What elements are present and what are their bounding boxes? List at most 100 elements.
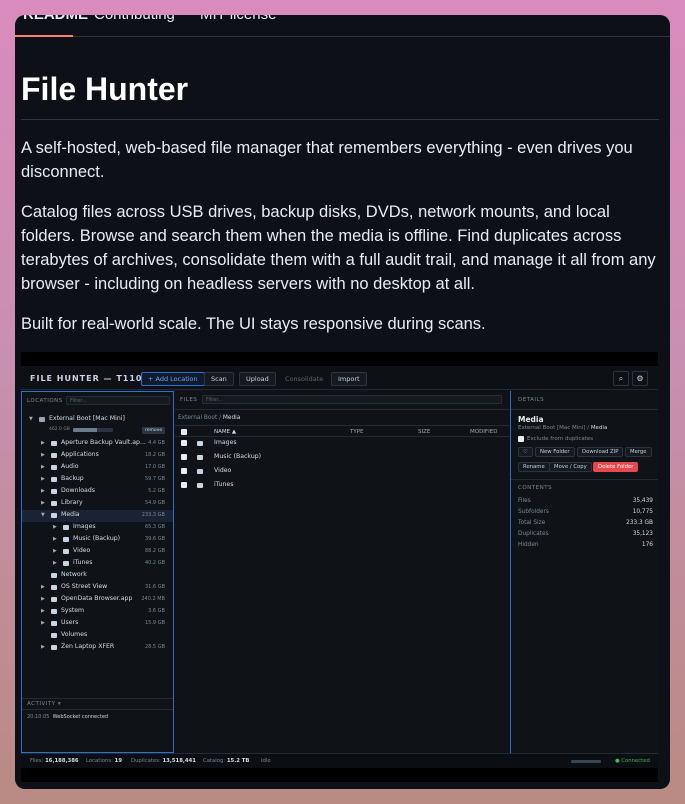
location-label: Images [73, 523, 96, 530]
location-item[interactable]: ▶ Downloads 5.2 GB [22, 486, 173, 498]
folder-icon [51, 453, 57, 458]
files-table-header: NAME ▲ TYPE SIZE MODIFIED [175, 425, 509, 437]
location-item[interactable]: ▼ Media 233.3 GB [22, 510, 173, 522]
delete-folder-button[interactable]: Delete Folder [593, 462, 639, 472]
rename-button[interactable]: Rename [518, 462, 550, 472]
location-item[interactable]: ▶ System 3.6 GB [22, 606, 173, 618]
column-modified[interactable]: MODIFIED [470, 429, 497, 435]
locations-header: LOCATIONS [27, 398, 63, 404]
chevron-right-icon[interactable]: ▶ [41, 644, 45, 650]
folder-icon [51, 441, 57, 446]
activity-entry: 20:10:05 WebSocket connected [27, 714, 108, 720]
status-catalog: Catalog: 15.2 TB [203, 758, 250, 764]
tab-readme[interactable]: README [23, 15, 88, 23]
location-root-label: External Boot [Mac Mini] [49, 415, 125, 422]
chevron-right-icon[interactable]: ▶ [53, 560, 57, 566]
tab-license[interactable]: MIT license [200, 15, 276, 23]
folder-icon [51, 513, 57, 518]
row-checkbox[interactable] [181, 440, 187, 446]
location-size: 17.0 GB [144, 464, 165, 470]
stat-row: Subfolders 10,775 [518, 509, 653, 520]
download-zip-button[interactable]: Download ZIP [577, 447, 624, 457]
column-type[interactable]: TYPE [350, 429, 364, 435]
gear-icon[interactable]: ⚙ [632, 371, 648, 386]
location-item[interactable]: ▶ Audio 17.0 GB [22, 462, 173, 474]
location-root[interactable]: ▼ External Boot [Mac Mini] [22, 414, 173, 426]
activity-header[interactable]: ACTIVITY ▾ [27, 701, 61, 707]
location-size: 59.7 GB [144, 476, 165, 482]
location-item[interactable]: ▶ Zen Laptop XFER 28.5 GB [22, 642, 173, 654]
folder-icon [63, 525, 69, 530]
location-item[interactable]: ▶ Applications 18.2 GB [22, 450, 173, 462]
import-button[interactable]: Import [331, 372, 367, 386]
table-row[interactable]: iTunes [175, 479, 509, 492]
folder-icon [51, 465, 57, 470]
location-item[interactable]: ▶ iTunes 40.2 GB [22, 558, 173, 570]
location-item[interactable]: ▶ OpenData Browser.app 240.2 MB [22, 594, 173, 606]
location-size: 88.2 GB [144, 548, 165, 554]
row-checkbox[interactable] [181, 454, 187, 460]
location-item[interactable]: ▶ Library 54.9 GB [22, 498, 173, 510]
chevron-right-icon[interactable]: ▶ [41, 488, 45, 494]
chevron-down-icon[interactable]: ▼ [41, 512, 45, 518]
location-item[interactable]: Volumes [22, 630, 173, 642]
column-size[interactable]: SIZE [418, 429, 430, 435]
location-item[interactable]: ▶ Images 65.3 GB [22, 522, 173, 534]
consolidate-button[interactable]: Consolidate [278, 372, 330, 386]
chevron-right-icon[interactable]: ▶ [41, 500, 45, 506]
chevron-down-icon[interactable]: ▼ [29, 416, 33, 422]
move-copy-button[interactable]: Move / Copy [549, 462, 592, 472]
readme-card: README Contributing MIT license File Hun… [15, 15, 670, 789]
chevron-right-icon[interactable]: ▶ [41, 608, 45, 614]
new-folder-button[interactable]: New Folder [535, 447, 575, 457]
stat-label: Files [518, 498, 531, 504]
chevron-right-icon[interactable]: ▶ [41, 440, 45, 446]
remove-badge[interactable]: remove [142, 427, 166, 434]
details-path: External Boot [Mac Mini] / Media [518, 425, 607, 431]
drive-icon [39, 417, 45, 422]
table-row[interactable]: Video [175, 465, 509, 478]
location-item[interactable]: ▶ Music (Backup) 39.6 GB [22, 534, 173, 546]
add-location-button[interactable]: + Add Location [141, 372, 205, 386]
breadcrumb-root[interactable]: External Boot [178, 415, 217, 421]
chevron-right-icon[interactable]: ▶ [41, 620, 45, 626]
upload-button[interactable]: Upload [239, 372, 276, 386]
files-filter-input[interactable]: Filter... [202, 395, 502, 404]
chevron-right-icon[interactable]: ▶ [41, 464, 45, 470]
breadcrumb: External Boot / Media [178, 415, 240, 421]
table-row[interactable]: Images [175, 437, 509, 450]
location-size: 18.2 GB [144, 452, 165, 458]
favorite-button[interactable]: ♡ [518, 447, 533, 457]
scan-button[interactable]: Scan [204, 372, 234, 386]
location-item[interactable]: ▶ Backup 59.7 GB [22, 474, 173, 486]
chevron-right-icon[interactable]: ▶ [53, 548, 57, 554]
chevron-right-icon[interactable]: ▶ [41, 596, 45, 602]
location-label: Aperture Backup Vault.ap... [61, 439, 146, 446]
chevron-right-icon[interactable]: ▶ [41, 452, 45, 458]
locations-filter-input[interactable]: Filter... [66, 396, 170, 405]
chevron-right-icon[interactable]: ▶ [41, 584, 45, 590]
location-item[interactable]: Network [22, 570, 173, 582]
row-checkbox[interactable] [181, 482, 187, 488]
stat-row: Files 35,439 [518, 498, 653, 509]
table-row[interactable]: Music (Backup) [175, 451, 509, 464]
file-name: iTunes [214, 481, 234, 488]
merge-button[interactable]: Merge [625, 447, 652, 457]
search-icon[interactable]: ⌕ [613, 371, 629, 386]
details-header-divider [511, 409, 658, 410]
exclude-duplicates-checkbox[interactable] [518, 436, 524, 442]
select-all-checkbox[interactable] [181, 429, 187, 435]
row-checkbox[interactable] [181, 468, 187, 474]
location-item[interactable]: ▶ OS Street View 31.6 GB [22, 582, 173, 594]
location-item[interactable]: ▶ Users 15.9 GB [22, 618, 173, 630]
tab-contributing[interactable]: Contributing [94, 15, 175, 23]
location-item[interactable]: ▶ Aperture Backup Vault.ap... 4.4 GB [22, 438, 173, 450]
activity-text: WebSocket connected [52, 714, 109, 720]
chevron-right-icon[interactable]: ▶ [53, 524, 57, 530]
activity-time: 20:10:05 [27, 714, 50, 720]
chevron-right-icon[interactable]: ▶ [41, 476, 45, 482]
column-name[interactable]: NAME ▲ [214, 429, 236, 435]
folder-icon [51, 573, 57, 578]
chevron-right-icon[interactable]: ▶ [53, 536, 57, 542]
location-item[interactable]: ▶ Video 88.2 GB [22, 546, 173, 558]
